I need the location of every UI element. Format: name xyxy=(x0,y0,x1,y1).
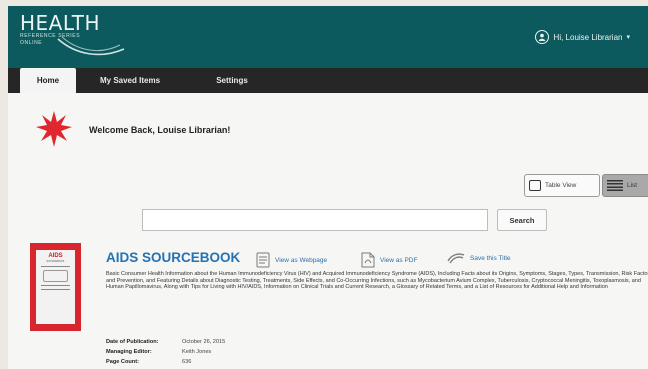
save-title-label: Save this Title xyxy=(470,254,511,262)
tab-settings[interactable]: Settings xyxy=(204,68,260,93)
tab-home[interactable]: Home xyxy=(20,68,76,93)
search-input[interactable] xyxy=(142,209,488,231)
health-reference-logo[interactable]: HEALTH REFERENCE SERIES ONLINE xyxy=(20,11,125,56)
nav-bar: Home My Saved Items Settings xyxy=(8,68,648,93)
user-menu[interactable]: Hi, Louise Librarian ▾ xyxy=(534,30,630,44)
cover-illustration xyxy=(43,270,68,282)
table-view-button[interactable]: Table View xyxy=(524,174,600,197)
list-view-icon xyxy=(607,180,623,191)
cover-divider xyxy=(41,266,70,267)
save-bookmark-icon xyxy=(447,253,465,264)
list-view-button[interactable]: List xyxy=(602,174,648,197)
cover-title: AIDS xyxy=(48,253,63,259)
welcome-message: Welcome Back, Louise Librarian! xyxy=(89,125,231,135)
meta-page-count: Page Count: 636 xyxy=(106,359,191,366)
view-as-webpage-link[interactable]: View as Webpage xyxy=(256,252,327,268)
cover-subtitle: SOURCEBOOK xyxy=(46,260,65,263)
header-bar: HEALTH REFERENCE SERIES ONLINE Hi, Louis… xyxy=(8,6,648,68)
tab-my-saved-items[interactable]: My Saved Items xyxy=(94,68,166,93)
logo-word: HEALTH xyxy=(20,11,101,35)
user-greeting: Hi, Louise Librarian xyxy=(553,32,623,42)
meta-label: Date of Publication: xyxy=(106,339,159,345)
pdf-icon xyxy=(361,252,375,268)
view-as-webpage-label: View as Webpage xyxy=(275,256,328,264)
book-title-link[interactable]: AIDS SOURCEBOOK xyxy=(106,250,240,265)
meta-value: October 26, 2015 xyxy=(182,339,226,345)
table-view-icon xyxy=(529,180,541,191)
user-avatar-icon xyxy=(534,30,549,44)
meta-value: 636 xyxy=(182,359,192,365)
starburst-icon xyxy=(36,111,72,147)
meta-label: Page Count: xyxy=(106,359,139,365)
view-as-pdf-link[interactable]: View as PDF xyxy=(361,252,417,268)
chevron-down-icon: ▾ xyxy=(626,34,630,41)
meta-value: Keith Jones xyxy=(182,349,212,355)
meta-label: Managing Editor: xyxy=(106,349,152,355)
table-view-label: Table View xyxy=(545,182,577,189)
cover-divider xyxy=(41,289,70,290)
cover-divider xyxy=(41,285,70,286)
book-description: Basic Consumer Health Information about … xyxy=(106,271,648,291)
app-frame: HEALTH REFERENCE SERIES ONLINE Hi, Louis… xyxy=(8,6,648,369)
meta-publication-date: Date of Publication: October 26, 2015 xyxy=(106,339,225,346)
webpage-icon xyxy=(256,252,270,268)
logo-swoosh-icon xyxy=(57,36,125,56)
view-as-pdf-label: View as PDF xyxy=(380,256,418,264)
meta-managing-editor: Managing Editor: Keith Jones xyxy=(106,349,211,356)
search-button[interactable]: Search xyxy=(497,209,547,231)
list-view-label: List xyxy=(627,182,638,189)
book-cover-inner: AIDS SOURCEBOOK xyxy=(36,250,75,324)
save-title-link[interactable]: Save this Title xyxy=(447,252,510,264)
book-cover-image[interactable]: AIDS SOURCEBOOK xyxy=(30,243,81,331)
